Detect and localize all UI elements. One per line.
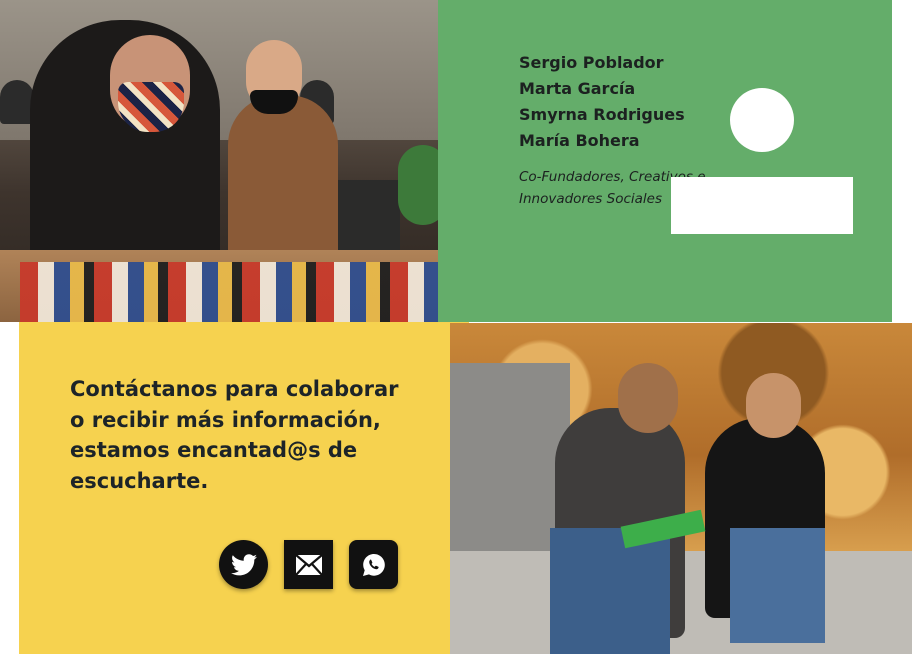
email-button[interactable] [284,540,333,589]
fabric-shape [20,262,450,322]
jeans-shape [730,528,825,643]
white-circle-shape [730,88,794,152]
chalkboard-shape [335,180,400,250]
founders-list: Sergio Poblador Marta García Smyrna Rodr… [519,50,685,154]
founder-name: María Bohera [519,131,640,150]
founder-name: Marta García [519,79,636,98]
founder-name: Sergio Poblador [519,53,664,72]
founder-name: Smyrna Rodrigues [519,105,685,124]
face-shape [746,373,801,438]
white-rect-shape [671,177,853,234]
jeans-shape [550,528,670,654]
twitter-icon [230,553,257,575]
person-shape [228,95,338,260]
contact-message: Contáctanos para colaborar o recibir más… [70,377,399,493]
black-mask-shape [250,90,298,114]
founders-panel: Sergio Poblador Marta García Smyrna Rodr… [438,0,892,322]
email-icon [294,553,323,576]
team-photo-table [0,0,450,322]
outdoor-team-photo [450,323,912,654]
twitter-button[interactable] [219,540,268,589]
lamp-shape [0,80,34,124]
contact-panel: Contáctanos para colaborar o recibir más… [19,322,469,654]
whatsapp-icon [362,553,385,576]
face-shape [618,363,678,433]
whatsapp-button[interactable] [349,540,398,589]
